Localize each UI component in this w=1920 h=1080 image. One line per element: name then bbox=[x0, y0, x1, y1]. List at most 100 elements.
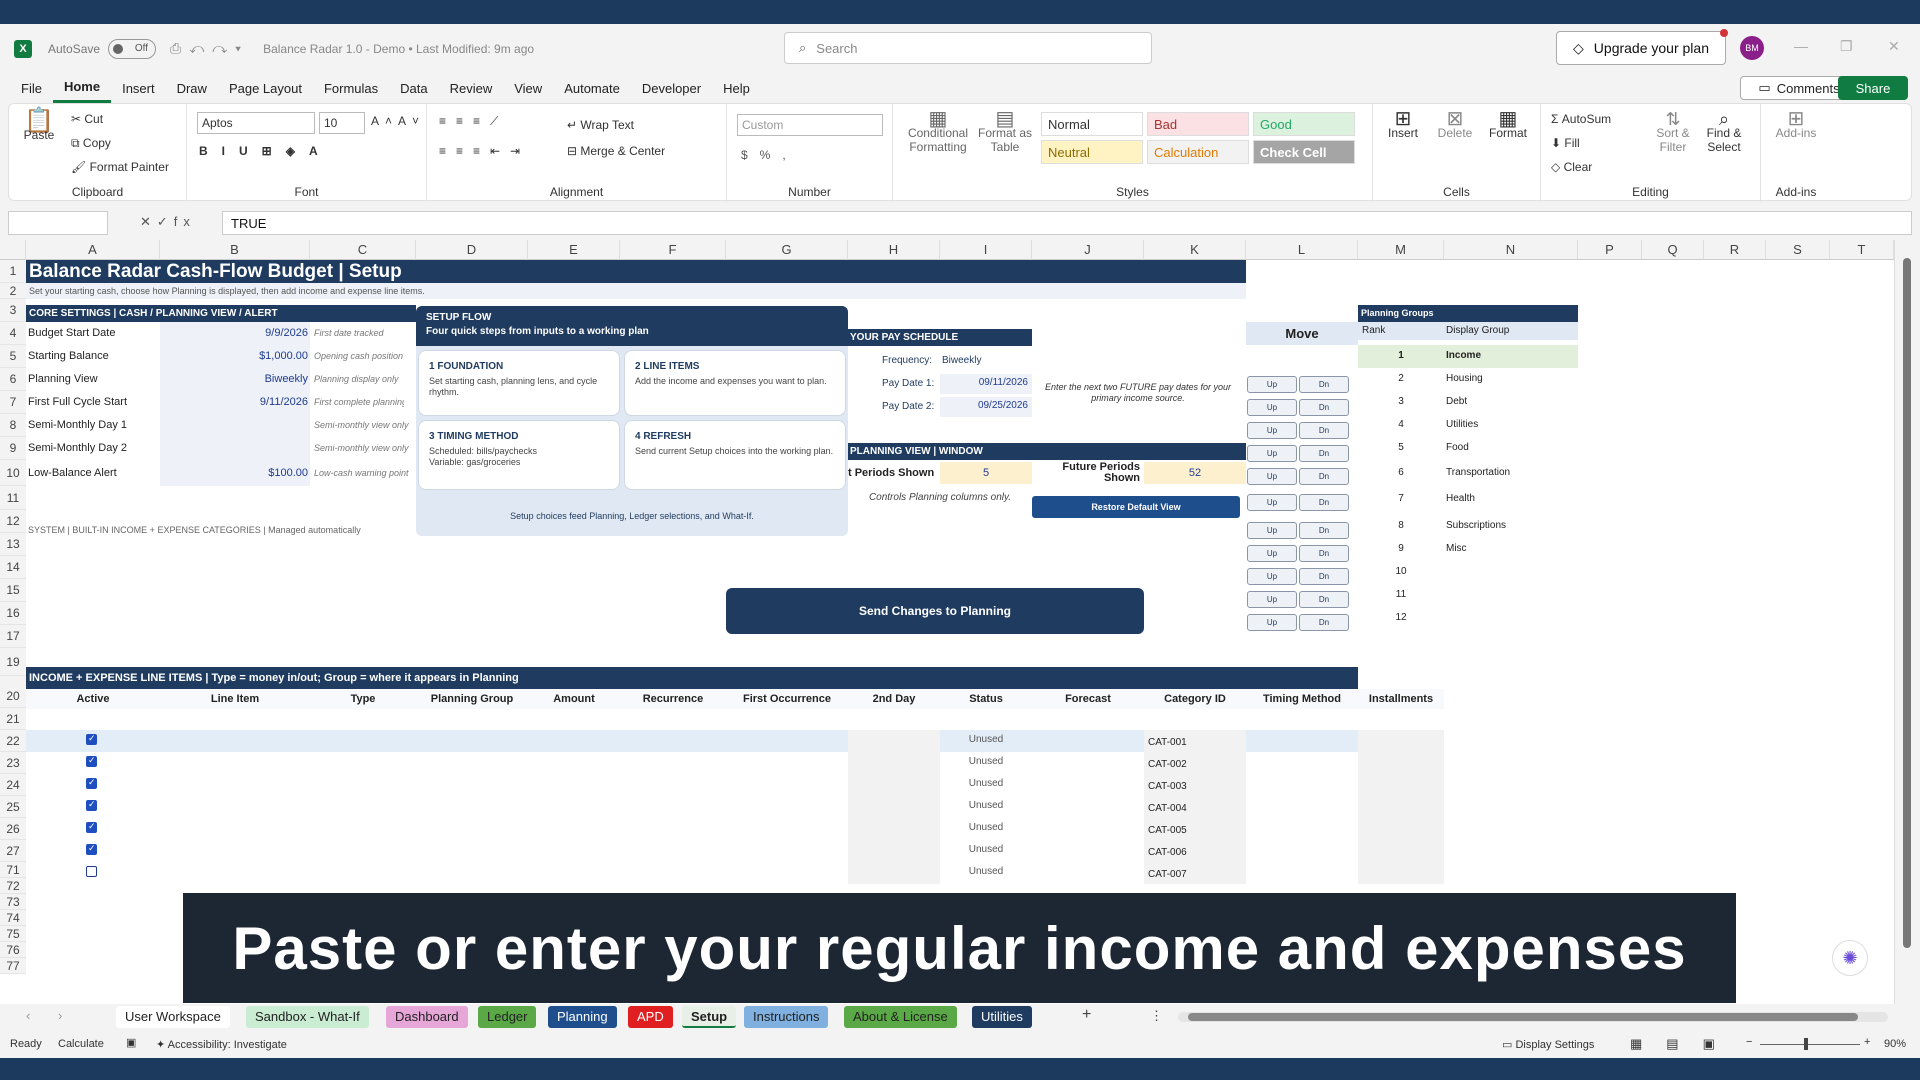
move-up-button[interactable]: Up bbox=[1247, 522, 1297, 539]
active-checkbox[interactable] bbox=[86, 821, 97, 833]
menu-file[interactable]: File bbox=[10, 73, 53, 103]
core-value[interactable]: 9/9/2026 bbox=[160, 327, 308, 339]
fill-button[interactable]: ⬇ Fill bbox=[1551, 136, 1580, 150]
horizontal-scroll-thumb[interactable] bbox=[1188, 1013, 1858, 1021]
row-header[interactable]: 10 bbox=[0, 460, 26, 486]
row-header[interactable]: 74 bbox=[0, 910, 26, 926]
send-changes-button[interactable]: Send Changes to Planning bbox=[726, 588, 1144, 634]
wrap-text-button[interactable]: ↵ Wrap Text bbox=[567, 118, 634, 132]
row-header[interactable]: 23 bbox=[0, 752, 26, 774]
font-size-select[interactable]: 10 bbox=[319, 112, 365, 134]
future-periods-value[interactable]: 52 bbox=[1144, 462, 1246, 484]
format-painter-button[interactable]: 🖌 Format Painter bbox=[71, 160, 169, 174]
copy-button[interactable]: ⧉ Copy bbox=[71, 136, 111, 151]
column-header[interactable]: J bbox=[1032, 240, 1144, 260]
core-value[interactable]: Biweekly bbox=[160, 373, 308, 385]
move-up-button[interactable]: Up bbox=[1247, 591, 1297, 608]
column-header[interactable]: F bbox=[620, 240, 726, 260]
core-value[interactable]: 9/11/2026 bbox=[160, 396, 308, 408]
column-header[interactable]: D bbox=[416, 240, 528, 260]
group-name[interactable]: Housing bbox=[1446, 373, 1483, 384]
row-header[interactable]: 71 bbox=[0, 862, 26, 878]
row-header[interactable]: 76 bbox=[0, 942, 26, 958]
style-bad[interactable]: Bad bbox=[1147, 112, 1249, 136]
align-icons[interactable]: ≡≡≡⟋ bbox=[439, 114, 508, 129]
row-header[interactable]: 22 bbox=[0, 730, 26, 752]
row-header[interactable]: 73 bbox=[0, 894, 26, 910]
column-header[interactable]: N bbox=[1444, 240, 1578, 260]
row-header[interactable]: 1 bbox=[0, 260, 26, 283]
row-header[interactable]: 5 bbox=[0, 345, 26, 368]
name-box[interactable] bbox=[8, 211, 108, 235]
find-select-button[interactable]: ⌕ Find & Select bbox=[1699, 110, 1749, 154]
style-calculation[interactable]: Calculation bbox=[1147, 140, 1249, 164]
zoom-out-icon[interactable]: − bbox=[1746, 1036, 1752, 1048]
tab-instructions[interactable]: Instructions bbox=[744, 1006, 829, 1028]
menu-automate[interactable]: Automate bbox=[553, 73, 631, 103]
search-box[interactable]: ⌕ Search bbox=[784, 32, 1152, 64]
menu-insert[interactable]: Insert bbox=[111, 73, 166, 103]
move-down-button[interactable]: Dn bbox=[1299, 494, 1349, 511]
row-header[interactable]: 21 bbox=[0, 708, 26, 730]
frequency-value[interactable]: Biweekly bbox=[942, 355, 981, 366]
display-settings-button[interactable]: ▭ Display Settings bbox=[1502, 1038, 1594, 1051]
group-name[interactable]: Food bbox=[1446, 442, 1469, 453]
group-name[interactable]: Misc bbox=[1446, 543, 1467, 554]
row-header[interactable]: 12 bbox=[0, 510, 26, 533]
conditional-formatting-button[interactable]: ▦ Conditional Formatting bbox=[903, 109, 973, 154]
column-header[interactable]: L bbox=[1246, 240, 1358, 260]
more-tabs-icon[interactable]: ⋮ bbox=[1150, 1008, 1163, 1024]
row-header[interactable]: 24 bbox=[0, 774, 26, 796]
restore-default-view-button[interactable]: Restore Default View bbox=[1032, 496, 1240, 518]
column-header[interactable]: B bbox=[160, 240, 310, 260]
select-all-corner[interactable] bbox=[0, 240, 26, 260]
delete-button[interactable]: ⊠ Delete bbox=[1431, 109, 1479, 140]
formula-input[interactable]: TRUE bbox=[222, 211, 1912, 235]
sort-filter-button[interactable]: ⇅ Sort & Filter bbox=[1651, 110, 1695, 154]
formula-controls-icons[interactable]: ✕✓fx bbox=[140, 214, 196, 230]
row-header[interactable]: 6 bbox=[0, 368, 26, 391]
tab-scroll-left-icon[interactable]: ‹ bbox=[26, 1008, 30, 1023]
group-name[interactable]: Transportation bbox=[1446, 467, 1510, 478]
autosave-toggle[interactable]: Off bbox=[108, 38, 157, 59]
menu-review[interactable]: Review bbox=[439, 73, 504, 103]
move-down-button[interactable]: Dn bbox=[1299, 522, 1349, 539]
clear-button[interactable]: ◇ Clear bbox=[1551, 160, 1592, 174]
row-header[interactable]: 75 bbox=[0, 926, 26, 942]
row-header[interactable]: 8 bbox=[0, 414, 26, 437]
document-title[interactable]: Balance Radar 1.0 - Demo • Last Modified… bbox=[263, 42, 534, 56]
row-header[interactable]: 17 bbox=[0, 625, 26, 648]
tab-user-workspace[interactable]: User Workspace bbox=[116, 1006, 230, 1028]
core-value[interactable]: $1,000.00 bbox=[160, 350, 308, 362]
menu-draw[interactable]: Draw bbox=[166, 73, 218, 103]
style-neutral[interactable]: Neutral bbox=[1041, 140, 1143, 164]
row-header[interactable]: 72 bbox=[0, 878, 26, 894]
column-header[interactable]: R bbox=[1704, 240, 1766, 260]
number-format-icons[interactable]: $%, bbox=[741, 148, 798, 162]
insert-button[interactable]: ⊞ Insert bbox=[1379, 109, 1427, 140]
add-sheet-icon[interactable]: + bbox=[1082, 1006, 1091, 1024]
scroll-thumb[interactable] bbox=[1903, 258, 1911, 948]
tab-about-license[interactable]: About & License bbox=[844, 1006, 957, 1028]
move-up-button[interactable]: Up bbox=[1247, 614, 1297, 631]
tab-ledger[interactable]: Ledger bbox=[478, 1006, 537, 1028]
move-down-button[interactable]: Dn bbox=[1299, 376, 1349, 393]
active-checkbox[interactable] bbox=[86, 799, 97, 811]
merge-center-button[interactable]: ⊟ Merge & Center bbox=[567, 144, 665, 158]
row-header[interactable]: 26 bbox=[0, 818, 26, 840]
menu-home[interactable]: Home bbox=[52, 73, 112, 103]
row-header[interactable]: 4 bbox=[0, 322, 26, 345]
column-header[interactable]: P bbox=[1578, 240, 1642, 260]
menu-page-layout[interactable]: Page Layout bbox=[218, 73, 313, 103]
move-up-button[interactable]: Up bbox=[1247, 399, 1297, 416]
format-button[interactable]: ▦ Format bbox=[1483, 109, 1533, 140]
format-as-table-button[interactable]: ▤ Format as Table bbox=[975, 109, 1035, 154]
tab-utilities[interactable]: Utilities bbox=[972, 1006, 1032, 1028]
active-checkbox[interactable] bbox=[86, 777, 97, 789]
style-normal[interactable]: Normal bbox=[1041, 112, 1143, 136]
paste-button[interactable]: 📋 Paste bbox=[21, 109, 57, 143]
horizontal-scrollbar[interactable] bbox=[1178, 1012, 1888, 1022]
font-name-select[interactable]: Aptos bbox=[197, 112, 315, 134]
move-down-button[interactable]: Dn bbox=[1299, 545, 1349, 562]
column-header[interactable]: C bbox=[310, 240, 416, 260]
